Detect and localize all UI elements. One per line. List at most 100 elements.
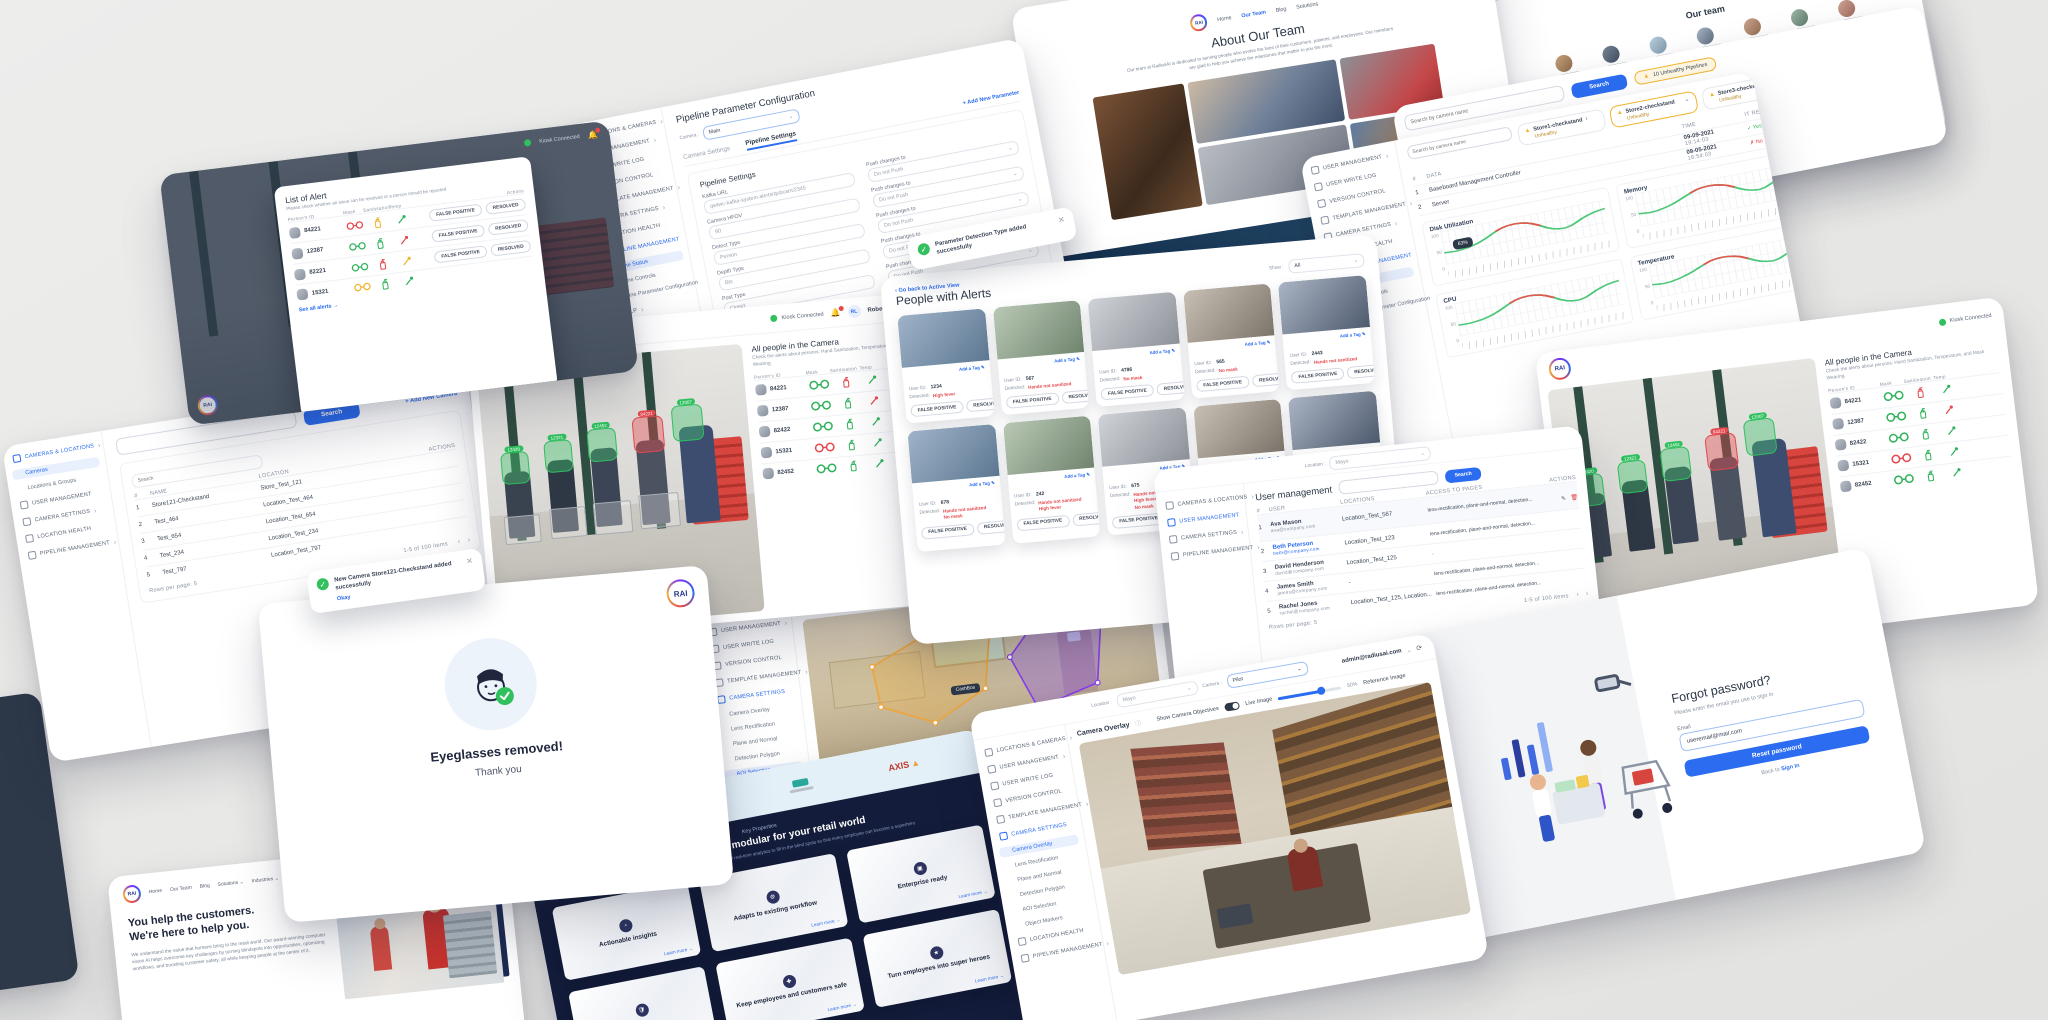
- false-positive-button[interactable]: FALSE POSITIVE: [431, 224, 485, 242]
- objectives-toggle[interactable]: [1224, 701, 1240, 711]
- person-facebox[interactable]: 12420: [500, 451, 531, 485]
- nav-home[interactable]: Home: [149, 888, 163, 895]
- resolved-button[interactable]: RESOLVED: [977, 519, 1006, 534]
- prev-page-icon[interactable]: ‹: [1576, 591, 1579, 598]
- account-menu[interactable]: admin@radiusai.com: [1341, 648, 1402, 664]
- nav-solutions[interactable]: Solutions: [1296, 1, 1319, 10]
- false-positive-button[interactable]: FALSE POSITIVE: [1005, 392, 1059, 409]
- false-positive-button[interactable]: FALSE POSITIVE: [921, 523, 975, 540]
- resolved-button[interactable]: RESOLVED: [490, 240, 531, 257]
- next-page-icon[interactable]: ›: [467, 537, 470, 544]
- resolved-button[interactable]: RESOLVED: [1156, 380, 1184, 395]
- person-facebox[interactable]: 12321: [543, 439, 574, 473]
- feature-tile[interactable]: ▣Enterprise readyLearn more →: [846, 824, 996, 923]
- bell-icon[interactable]: 🔔: [830, 308, 841, 318]
- close-icon[interactable]: ✕: [466, 557, 474, 566]
- resolved-button[interactable]: RESOLVED: [485, 198, 526, 215]
- add-new-parameter-link[interactable]: + Add New Parameter: [962, 89, 1020, 106]
- alert-person-card: Add a Tag ✎ User ID: 565 Detected:No mas…: [1183, 283, 1280, 398]
- person-facebox-alert[interactable]: 84221: [631, 415, 665, 454]
- sidebar-item-camera-settings[interactable]: CAMERA SETTINGS: [1166, 526, 1243, 546]
- person-facebox[interactable]: 12452: [1659, 446, 1692, 482]
- refresh-icon[interactable]: ⟳: [1416, 644, 1423, 653]
- learn-more-link[interactable]: Learn more →: [827, 1002, 857, 1013]
- false-positive-button[interactable]: FALSE POSITIVE: [429, 203, 483, 221]
- warning-icon: ▲: [1643, 73, 1650, 80]
- person-facebox-alert[interactable]: 84221: [1704, 432, 1739, 472]
- check-icon: ✓: [1747, 125, 1753, 132]
- nav-blog[interactable]: Blog: [199, 883, 210, 890]
- learn-more-link[interactable]: Learn more →: [664, 946, 694, 957]
- false-positive-button[interactable]: FALSE POSITIVE: [1291, 368, 1345, 385]
- bell-icon[interactable]: 🔔: [587, 130, 598, 140]
- nav-home[interactable]: Home: [1217, 15, 1232, 23]
- person-facebox[interactable]: 12007: [1743, 417, 1778, 457]
- shield-icon: 🛡: [634, 1003, 649, 1018]
- false-positive-button[interactable]: FALSE POSITIVE: [434, 245, 488, 263]
- false-positive-button[interactable]: FALSE POSITIVE: [910, 401, 964, 418]
- learn-more-link[interactable]: Learn more →: [958, 889, 988, 900]
- okay-link[interactable]: Okay: [337, 594, 351, 602]
- chevron-down-icon: ⌄: [1406, 646, 1412, 654]
- rows-per-page[interactable]: Rows per page: 5: [1269, 619, 1318, 630]
- resolved-button[interactable]: RESOLVED: [1072, 511, 1101, 526]
- connection-dot: [770, 315, 778, 323]
- nav-industries[interactable]: Industries ⌄: [251, 876, 279, 885]
- rai-logo[interactable]: RAI: [122, 884, 142, 904]
- feature-tile[interactable]: ✚Keep employees and customers safeLearn …: [715, 938, 865, 1020]
- false-positive-button[interactable]: FALSE POSITIVE: [1016, 514, 1070, 531]
- person-photo: [1098, 407, 1190, 466]
- resolved-button[interactable]: RESOLVED: [1252, 372, 1280, 387]
- nav-blog[interactable]: Blog: [1275, 6, 1287, 14]
- tab-pipeline-settings[interactable]: Pipeline Settings: [745, 130, 798, 151]
- tab-camera-settings[interactable]: Camera Settings: [683, 145, 731, 161]
- alert-person-card: Add a Tag ✎ User ID: 2443 Detected:Hands…: [1278, 275, 1375, 390]
- health-search-button[interactable]: Search: [1570, 73, 1628, 98]
- person-facebox[interactable]: 12007: [671, 404, 705, 443]
- search-button[interactable]: Search: [1445, 466, 1482, 483]
- sanitizer-icon: [836, 439, 867, 453]
- sidebar-item-cameras-locations[interactable]: CAMERAS & LOCATIONS: [1162, 492, 1239, 512]
- rai-logo[interactable]: RAI: [1548, 357, 1573, 382]
- user-avatar[interactable]: RL: [847, 304, 861, 318]
- location-label: Location :: [1091, 700, 1112, 709]
- mask-icon: [812, 441, 837, 454]
- resolved-button[interactable]: RESOLVED: [1061, 389, 1089, 404]
- avatar: [760, 447, 772, 459]
- temp-icon: [868, 458, 891, 471]
- rows-per-page[interactable]: Rows per page: 5: [149, 580, 198, 594]
- delete-icon[interactable]: 🗑: [1570, 495, 1578, 502]
- nav-our-team[interactable]: Our Team: [170, 885, 192, 893]
- enterprise-icon: ▣: [912, 861, 927, 876]
- nav-solutions[interactable]: Solutions ⌄: [217, 879, 244, 888]
- close-icon[interactable]: ✕: [1057, 216, 1065, 225]
- false-positive-button[interactable]: FALSE POSITIVE: [1196, 376, 1250, 393]
- success-icon: ✓: [316, 577, 330, 591]
- sanitizer-icon: [830, 376, 861, 390]
- log-icon: [990, 781, 999, 790]
- nav-our-team[interactable]: Our Team: [1241, 9, 1266, 19]
- info-icon[interactable]: ⓘ: [1135, 719, 1142, 728]
- learn-more-link[interactable]: Learn more →: [811, 917, 841, 928]
- prev-page-icon[interactable]: ‹: [457, 538, 460, 545]
- next-page-icon[interactable]: ›: [1586, 590, 1589, 597]
- person-facebox[interactable]: 12321: [1617, 459, 1649, 494]
- person-facebox[interactable]: 12452: [586, 427, 618, 462]
- rai-logo[interactable]: RAI: [1189, 13, 1208, 32]
- opacity-slider[interactable]: [1278, 686, 1342, 700]
- feature-tile[interactable]: ★Turn employees into super heroesLearn m…: [863, 909, 1013, 1008]
- sanitizer-icon: [1915, 469, 1946, 484]
- resolved-button[interactable]: RESOLVED: [488, 219, 529, 236]
- partner-logo-axis: AXIS▲: [887, 757, 920, 773]
- resolved-button[interactable]: RESOLVED: [966, 397, 994, 412]
- temp-icon: [864, 416, 887, 429]
- false-positive-button[interactable]: FALSE POSITIVE: [1101, 384, 1155, 401]
- pagination-count: 1-5 of 100 items: [1524, 593, 1569, 604]
- sign-in-link[interactable]: Sign In: [1781, 763, 1800, 772]
- learn-more-link[interactable]: Learn more →: [975, 973, 1005, 984]
- sidebar-item-user-management[interactable]: USER MANAGEMENT: [1164, 509, 1241, 529]
- person-photo: [1278, 275, 1370, 334]
- resolved-button[interactable]: RESOLVED: [1347, 364, 1375, 379]
- sidebar-item-pipeline-management[interactable]: PIPELINE MANAGEMENT: [1167, 543, 1244, 563]
- edit-icon[interactable]: ✎: [1561, 496, 1567, 502]
